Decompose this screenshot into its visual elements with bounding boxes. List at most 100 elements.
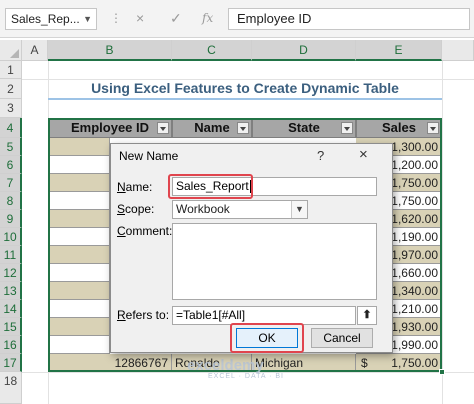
comment-label: Comment: [117, 224, 172, 238]
row-header[interactable]: 18 [0, 372, 22, 404]
formula-input[interactable]: Employee ID [228, 8, 470, 30]
row-header[interactable]: 17 [0, 354, 22, 372]
sales-value: 1,620.00 [391, 212, 438, 226]
text-cursor [249, 180, 251, 194]
row-header[interactable]: 5 [0, 138, 22, 156]
refers-to-label-accelerator: R [117, 308, 126, 322]
watermark-tagline: EXCEL · DATA · BI [208, 373, 284, 380]
table-header-state[interactable]: State [252, 118, 356, 138]
ok-button[interactable]: OK [236, 328, 298, 348]
row-header[interactable]: 12 [0, 264, 22, 282]
row-header[interactable]: 3 [0, 99, 22, 118]
table-cell[interactable] [48, 210, 110, 228]
watermark-logo: exceldemy [187, 357, 264, 374]
name-box-value: Sales_Rep... [11, 12, 80, 26]
state-cell[interactable]: Michigan [252, 354, 356, 372]
sales-value: 1,200.00 [391, 158, 438, 172]
table-cell[interactable] [48, 300, 110, 318]
chevron-down-icon[interactable]: ▼ [83, 9, 92, 29]
row-header[interactable]: 6 [0, 156, 22, 174]
table-cell[interactable] [48, 282, 110, 300]
close-icon[interactable]: × [359, 146, 368, 163]
sales-value: 1,300.00 [391, 140, 438, 154]
table-header-sales[interactable]: Sales [356, 118, 442, 138]
filter-dropdown-icon[interactable] [237, 122, 249, 134]
cancel-button[interactable]: Cancel [311, 328, 373, 348]
column-header-e[interactable]: E [356, 40, 442, 61]
table-cell[interactable] [48, 336, 110, 354]
employee-id-value: 12866767 [114, 356, 168, 370]
help-icon[interactable]: ? [317, 148, 324, 163]
employee-id-cell[interactable]: 12866767 [48, 354, 172, 372]
row-header[interactable]: 9 [0, 210, 22, 228]
scope-select[interactable]: Workbook ▼ [172, 200, 308, 219]
dialog-title: New Name [119, 149, 179, 163]
table-cell[interactable] [48, 246, 110, 264]
currency-symbol: $ [361, 356, 368, 370]
row-header[interactable]: 16 [0, 336, 22, 354]
table-cell[interactable] [48, 228, 110, 246]
table-header-label: Name [194, 120, 230, 135]
insert-function-icon[interactable]: fx [202, 9, 213, 27]
table-cell[interactable] [48, 318, 110, 336]
sales-value: 1,750.00 [391, 356, 438, 370]
comment-textarea[interactable] [172, 223, 377, 300]
table-cell[interactable] [48, 156, 110, 174]
row-header[interactable]: 14 [0, 300, 22, 318]
name-field[interactable]: Sales_Report [172, 177, 377, 196]
table-header-employee-id[interactable]: Employee ID [48, 118, 172, 138]
table-header-label: State [288, 120, 320, 135]
row-header[interactable]: 4 [0, 118, 22, 138]
table-resize-handle[interactable] [439, 369, 445, 375]
name-field-value: Sales_Report [176, 179, 249, 193]
column-header-c[interactable]: C [172, 40, 252, 61]
row-header[interactable]: 8 [0, 192, 22, 210]
refers-to-label-text: efers to: [125, 308, 170, 322]
filter-dropdown-icon[interactable] [157, 122, 169, 134]
scope-label: Scope: [117, 202, 154, 216]
filter-dropdown-icon[interactable] [341, 122, 353, 134]
column-header-b[interactable]: B [48, 40, 172, 61]
column-header-a[interactable]: A [22, 40, 48, 61]
row-header[interactable]: 13 [0, 282, 22, 300]
sales-value: 1,210.00 [391, 302, 438, 316]
formula-bar-grip: ⋮ [110, 11, 122, 25]
select-all-button[interactable] [0, 40, 22, 61]
comment-label-text: omment: [125, 224, 173, 238]
chevron-down-icon[interactable]: ▼ [291, 201, 307, 218]
name-box[interactable]: Sales_Rep... ▼ [5, 8, 97, 30]
table-header-label: Employee ID [70, 120, 150, 135]
sales-value: 1,750.00 [391, 176, 438, 190]
sales-value: 1,750.00 [391, 194, 438, 208]
sheet-title: Using Excel Features to Create Dynamic T… [91, 80, 399, 96]
table-cell[interactable] [48, 264, 110, 282]
sales-cell[interactable]: $ 1,750.00 [356, 354, 442, 372]
row-header[interactable]: 15 [0, 318, 22, 336]
sales-value: 1,970.00 [391, 248, 438, 262]
table-cell[interactable] [48, 138, 110, 156]
gridline [442, 61, 443, 404]
row-header[interactable]: 10 [0, 228, 22, 246]
name-label-text: ame: [125, 180, 153, 194]
enter-icon[interactable]: ✓ [170, 9, 182, 27]
scope-label-text: cope: [125, 202, 155, 216]
table-header-name[interactable]: Name [172, 118, 252, 138]
column-header-d[interactable]: D [252, 40, 356, 61]
title-underline [48, 98, 442, 100]
cancel-icon[interactable]: × [136, 9, 144, 27]
refers-to-field[interactable]: =Table1[#All] [172, 306, 356, 325]
row-header[interactable]: 7 [0, 174, 22, 192]
table-header-label: Sales [382, 120, 416, 135]
row-header[interactable]: 1 [0, 61, 22, 79]
table-cell[interactable] [48, 192, 110, 210]
table-cell[interactable] [48, 174, 110, 192]
scope-select-value: Workbook [176, 202, 230, 216]
new-name-dialog: New Name ? × Name: Sales_Report Scope: W… [110, 143, 393, 353]
column-header-f[interactable] [442, 40, 474, 61]
collapse-dialog-icon[interactable]: ⬆ [357, 306, 377, 325]
sales-value: 1,190.00 [391, 230, 438, 244]
row-header[interactable]: 2 [0, 79, 22, 99]
sales-value: 1,660.00 [391, 266, 438, 280]
row-header[interactable]: 11 [0, 246, 22, 264]
filter-dropdown-icon[interactable] [427, 122, 439, 134]
